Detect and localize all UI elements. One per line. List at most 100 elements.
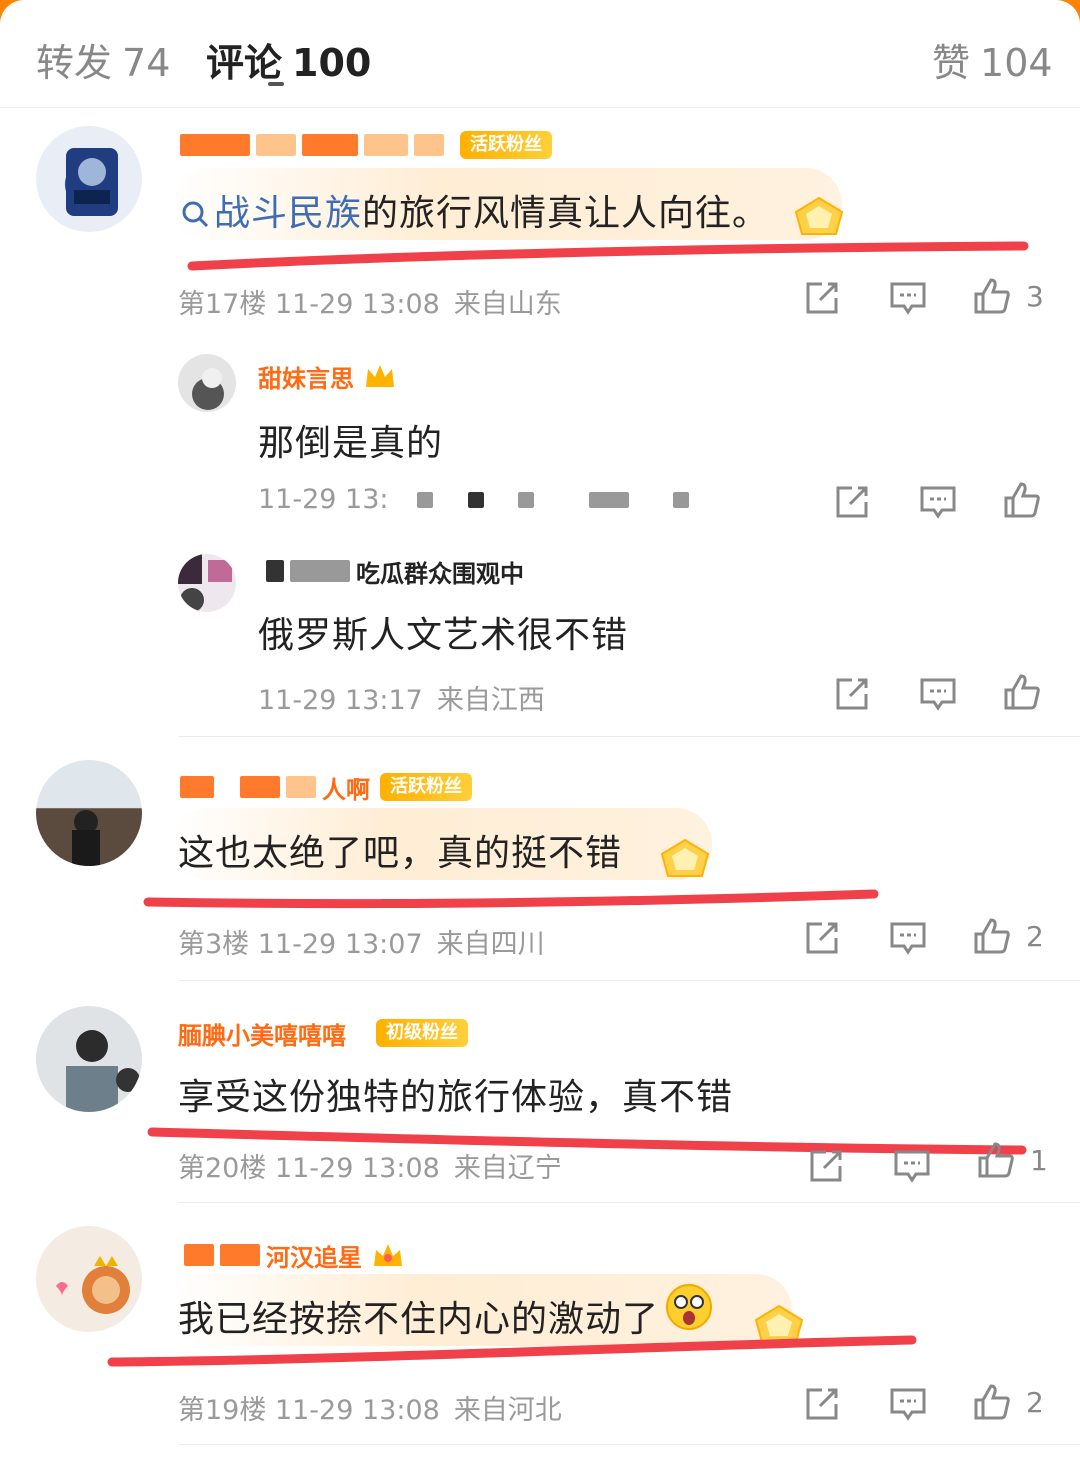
tab-comments[interactable]: 评论 100 [206, 32, 371, 87]
like-count: 2 [1026, 920, 1044, 953]
tab-count: 100 [292, 41, 372, 85]
comment-meta: 第17楼 11-29 13:08 来自山东 [178, 282, 562, 321]
floor-number: 第20楼 [178, 1153, 267, 1184]
comment-text: 俄罗斯人文艺术很不错 [258, 615, 629, 656]
divider [178, 1444, 1080, 1445]
floor-number: 第3楼 [178, 929, 250, 960]
comment-icon[interactable] [892, 1146, 932, 1186]
annotation-underline [143, 889, 879, 909]
tab-count: 104 [980, 41, 1053, 85]
comment-text: 战斗民族的旅行风情真让人向往。 [180, 184, 769, 236]
avatar[interactable] [36, 760, 142, 866]
gem-icon [754, 1304, 804, 1343]
tab-label: 评论 [206, 41, 283, 85]
tab-reposts[interactable]: 转发 74 [36, 32, 170, 87]
username[interactable]: 活跃粉丝 [180, 130, 552, 160]
like-icon[interactable] [972, 916, 1012, 956]
gem-icon [794, 196, 844, 235]
timestamp: 11-29 13:17 [258, 685, 423, 716]
timestamp: 11-29 13:08 [274, 289, 440, 320]
share-icon[interactable] [802, 1384, 842, 1424]
tab-label: 赞 [932, 41, 971, 85]
comment-meta: 第19楼 11-29 13:08 来自河北 [178, 1388, 562, 1427]
comment-icon[interactable] [888, 918, 928, 958]
fan-badge: 活跃粉丝 [460, 131, 552, 159]
avatar[interactable] [178, 554, 236, 612]
like-count: 2 [1026, 1386, 1044, 1419]
comment-icon[interactable] [918, 674, 958, 714]
comment-meta: 11-29 13: [258, 484, 695, 515]
like-icon[interactable] [972, 276, 1012, 316]
timestamp: 11-29 13: [258, 484, 389, 515]
avatar[interactable] [36, 1226, 142, 1332]
tab-likes[interactable]: 赞 104 [932, 32, 1053, 87]
comment-text: 那倒是真的 [258, 423, 444, 464]
comment-text: 我已经按捺不住内心的激动了 [178, 1299, 660, 1340]
tab-label: 转发 [36, 41, 113, 85]
active-tab-indicator [268, 82, 284, 86]
avatar-image [192, 368, 224, 410]
username[interactable]: 河汉追星 [184, 1240, 404, 1272]
tab-bar: 转发 74 评论 100 赞 104 [0, 0, 1080, 108]
location: 来自四川 [436, 929, 545, 960]
username-text: 腼腆小美嘻嘻嘻 [178, 1021, 346, 1050]
timestamp: 11-29 13:08 [274, 1153, 440, 1184]
location: 来自江西 [436, 685, 545, 716]
like-icon[interactable] [1002, 480, 1042, 520]
avatar[interactable] [178, 354, 236, 412]
like-icon[interactable] [1002, 672, 1042, 712]
avatar-image [56, 1256, 130, 1314]
timestamp: 11-29 13:07 [257, 929, 423, 960]
share-icon[interactable] [802, 278, 842, 318]
divider [178, 980, 1080, 981]
location: 来自辽宁 [453, 1153, 562, 1184]
share-icon[interactable] [806, 1146, 846, 1186]
divider [178, 1202, 1080, 1203]
username-text: 人啊 [322, 775, 370, 804]
fan-badge: 初级粉丝 [376, 1019, 468, 1047]
like-icon[interactable] [972, 1382, 1012, 1422]
floor-number: 第19楼 [178, 1395, 267, 1426]
comment-meta: 第3楼 11-29 13:07 来自四川 [178, 922, 545, 961]
username-text: 吃瓜群众围观中 [356, 559, 524, 588]
comment-meta: 11-29 13:17 来自江西 [258, 678, 545, 717]
search-icon [182, 201, 209, 228]
comment-text-rest: 的旅行风情真让人向往。 [362, 193, 770, 234]
comment-icon[interactable] [888, 1384, 928, 1424]
emoji-icon [666, 1284, 712, 1330]
share-icon[interactable] [802, 918, 842, 958]
comment-icon[interactable] [888, 278, 928, 318]
username[interactable]: 甜妹言思 [258, 362, 396, 390]
username-text: 河汉追星 [266, 1243, 362, 1272]
comment-meta: 第20楼 11-29 13:08 来自辽宁 [178, 1146, 562, 1185]
fan-badge: 活跃粉丝 [380, 773, 472, 801]
username-text: 甜妹言思 [258, 364, 354, 391]
like-count: 1 [1030, 1144, 1048, 1177]
avatar[interactable] [36, 1006, 142, 1112]
gem-icon [660, 838, 710, 877]
username[interactable]: 人啊 活跃粉丝 [180, 772, 472, 804]
comment-panel: 转发74 评论100 赞104 活跃粉丝 战斗民族的旅行风情真让人向往。 [0, 0, 1080, 1461]
share-icon[interactable] [832, 674, 872, 714]
floor-number: 第17楼 [178, 289, 267, 320]
topic-link[interactable]: 战斗民族 [214, 193, 362, 234]
username[interactable]: 腼腆小美嘻嘻嘻 初级粉丝 [178, 1018, 468, 1050]
like-count: 3 [1026, 280, 1044, 313]
share-icon[interactable] [832, 482, 872, 522]
crown-icon [366, 365, 394, 387]
crown-icon [374, 1244, 402, 1266]
avatar-image [178, 554, 232, 612]
avatar-image [66, 148, 118, 216]
divider [178, 736, 1080, 737]
comment-icon[interactable] [918, 482, 958, 522]
avatar[interactable] [36, 126, 142, 232]
username[interactable]: 吃瓜群众围观中 [266, 556, 524, 588]
tab-count: 74 [122, 41, 171, 85]
comment-text: 享受这份独特的旅行体验，真不错 [178, 1077, 734, 1118]
like-icon[interactable] [976, 1140, 1016, 1180]
comment-text: 这也太绝了吧，真的挺不错 [178, 833, 623, 874]
avatar-image [66, 1030, 140, 1112]
location: 来自山东 [453, 289, 562, 320]
timestamp: 11-29 13:08 [274, 1395, 440, 1426]
location: 来自河北 [453, 1395, 562, 1426]
